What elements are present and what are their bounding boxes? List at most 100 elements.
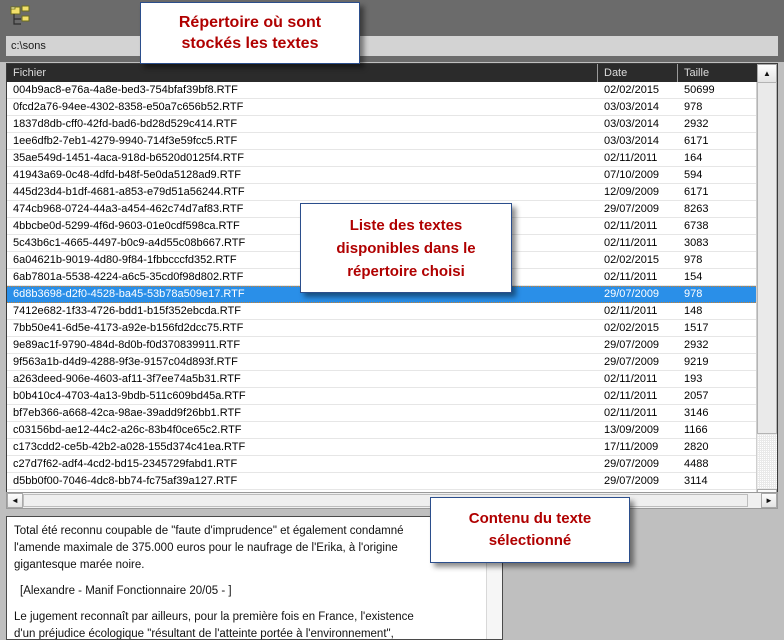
text-line-1: Total été reconnu coupable de "faute d'i… (14, 523, 481, 540)
list-header-row: Fichier Date Taille (7, 64, 778, 82)
text-content-body[interactable]: Total été reconnu coupable de "faute d'i… (7, 517, 487, 639)
cell-size: 6171 (684, 133, 756, 150)
cell-date: 02/11/2011 (604, 371, 680, 388)
cell-size: 2820 (684, 439, 756, 456)
text-content-panel[interactable]: Total été reconnu coupable de "faute d'i… (6, 516, 503, 640)
table-row[interactable]: bf7eb366-a668-42ca-98ae-39add9f26bb1.RTF… (7, 405, 758, 422)
cell-date: 12/09/2009 (604, 184, 680, 201)
cell-size: 594 (684, 167, 756, 184)
cell-size: 4488 (684, 456, 756, 473)
callout-text-content-text: Contenu du texte sélectionné (439, 508, 621, 552)
cell-size: 9219 (684, 354, 756, 371)
callout-directory-text: Répertoire où sont stockés les textes (149, 12, 351, 54)
table-row[interactable]: c173cdd2-ce5b-42b2-a028-155d374c41ea.RTF… (7, 439, 758, 456)
application-window: Fichier Date Taille 004b9ac8-e76a-4a8e-b… (0, 0, 784, 640)
table-row[interactable]: 445d23d4-b1df-4681-a853-e79d51a56244.RTF… (7, 184, 758, 201)
cell-date: 03/03/2014 (604, 99, 680, 116)
cell-size: 2932 (684, 116, 756, 133)
cell-file: bf7eb366-a668-42ca-98ae-39add9f26bb1.RTF (13, 405, 593, 422)
table-row[interactable]: b0b410c4-4703-4a13-9bdb-511c609bd45a.RTF… (7, 388, 758, 405)
table-row[interactable]: c03156bd-ae12-44c2-a26c-83b4f0ce65c2.RTF… (7, 422, 758, 439)
cell-file: 35ae549d-1451-4aca-918d-b6520d0125f4.RTF (13, 150, 593, 167)
cell-file: 9f563a1b-d4d9-4288-9f3e-9157c04d893f.RTF (13, 354, 593, 371)
cell-size: 1517 (684, 320, 756, 337)
cell-size: 3083 (684, 235, 756, 252)
cell-date: 13/09/2009 (604, 422, 680, 439)
list-horizontal-scrollbar[interactable]: ◄ ► (6, 492, 778, 509)
cell-size: 2932 (684, 337, 756, 354)
cell-file: 0fcd2a76-94ee-4302-8358-e50a7c656b52.RTF (13, 99, 593, 116)
cell-date: 17/11/2009 (604, 439, 680, 456)
cell-file: 9e89ac1f-9790-484d-8d0b-f0d370839911.RTF (13, 337, 593, 354)
text-line-6: d'un préjudice écologique "résultant de … (14, 626, 481, 639)
cell-file: b0b410c4-4703-4a13-9bdb-511c609bd45a.RTF (13, 388, 593, 405)
table-row[interactable]: 7bb50e41-6d5e-4173-a92e-b156fd2dcc75.RTF… (7, 320, 758, 337)
directory-path-input[interactable] (6, 36, 778, 56)
cell-file: 004b9ac8-e76a-4a8e-bed3-754bfaf39bf8.RTF (13, 82, 593, 99)
cell-file: c173cdd2-ce5b-42b2-a028-155d374c41ea.RTF (13, 439, 593, 456)
cell-file: 7412e682-1f33-4726-bdd1-b15f352ebcda.RTF (13, 303, 593, 320)
cell-size: 6738 (684, 218, 756, 235)
table-row[interactable]: 9f563a1b-d4d9-4288-9f3e-9157c04d893f.RTF… (7, 354, 758, 371)
column-header-date[interactable]: Date (598, 64, 678, 82)
list-hscroll-thumb[interactable] (23, 494, 748, 507)
cell-file: 7bb50e41-6d5e-4173-a92e-b156fd2dcc75.RTF (13, 320, 593, 337)
table-row[interactable]: 41943a69-0c48-4dfd-b48f-5e0da5128ad9.RTF… (7, 167, 758, 184)
cell-size: 2057 (684, 388, 756, 405)
cell-size: 6171 (684, 184, 756, 201)
callout-text-content: Contenu du texte sélectionné (430, 497, 630, 563)
cell-file: c03156bd-ae12-44c2-a26c-83b4f0ce65c2.RTF (13, 422, 593, 439)
table-row[interactable]: 9e89ac1f-9790-484d-8d0b-f0d370839911.RTF… (7, 337, 758, 354)
cell-file: c27d7f62-adf4-4cd2-bd15-2345729fabd1.RTF (13, 456, 593, 473)
table-row[interactable]: 0fcd2a76-94ee-4302-8358-e50a7c656b52.RTF… (7, 99, 758, 116)
table-row[interactable]: 1837d8db-cff0-42fd-bad6-bd28d529c414.RTF… (7, 116, 758, 133)
cell-date: 29/07/2009 (604, 337, 680, 354)
text-line-5: Le jugement reconnaît par ailleurs, pour… (14, 609, 481, 626)
text-line-3: gigantesque marée noire. (14, 557, 481, 574)
scroll-left-button[interactable]: ◄ (7, 493, 23, 508)
list-vscroll-track[interactable] (757, 434, 777, 489)
cell-date: 29/07/2009 (604, 287, 680, 304)
list-vscroll-thumb[interactable] (757, 82, 777, 434)
cell-size: 978 (684, 252, 756, 269)
cell-date: 02/11/2011 (604, 218, 680, 235)
cell-size: 3114 (684, 473, 756, 490)
cell-date: 02/02/2015 (604, 252, 680, 269)
cell-size: 3146 (684, 405, 756, 422)
table-row[interactable]: a263deed-906e-4603-af11-3f7ee74a5b31.RTF… (7, 371, 758, 388)
cell-date: 29/07/2009 (604, 473, 680, 490)
scroll-right-button[interactable]: ► (761, 493, 777, 508)
cell-date: 02/11/2011 (604, 235, 680, 252)
cell-size: 978 (684, 99, 756, 116)
table-row[interactable]: 35ae549d-1451-4aca-918d-b6520d0125f4.RTF… (7, 150, 758, 167)
cell-date: 29/07/2009 (604, 201, 680, 218)
cell-date: 02/02/2015 (604, 320, 680, 337)
cell-date: 29/07/2009 (604, 456, 680, 473)
cell-file: d5bb0f00-7046-4dc8-bb74-fc75af39a127.RTF (13, 473, 593, 490)
cell-date: 02/02/2015 (604, 82, 680, 99)
table-row[interactable]: 1ee6dfb2-7eb1-4279-9940-714f3e59fcc5.RTF… (7, 133, 758, 150)
table-row[interactable]: c27d7f62-adf4-4cd2-bd15-2345729fabd1.RTF… (7, 456, 758, 473)
cell-date: 07/10/2009 (604, 167, 680, 184)
cell-size: 8263 (684, 201, 756, 218)
folder-tree-icon[interactable] (8, 5, 32, 27)
column-header-size[interactable]: Taille (678, 64, 758, 82)
cell-file: a263deed-906e-4603-af11-3f7ee74a5b31.RTF (13, 371, 593, 388)
table-row[interactable]: 004b9ac8-e76a-4a8e-bed3-754bfaf39bf8.RTF… (7, 82, 758, 99)
toolbar-band (0, 0, 784, 62)
cell-size: 978 (684, 287, 756, 304)
scroll-up-button[interactable]: ▲ (757, 64, 777, 83)
table-row[interactable]: 7412e682-1f33-4726-bdd1-b15f352ebcda.RTF… (7, 303, 758, 320)
cell-file: 1ee6dfb2-7eb1-4279-9940-714f3e59fcc5.RTF (13, 133, 593, 150)
callout-file-list-text: Liste des textes disponibles dans le rép… (309, 214, 503, 283)
cell-file: 1837d8db-cff0-42fd-bad6-bd28d529c414.RTF (13, 116, 593, 133)
cell-size: 164 (684, 150, 756, 167)
cell-date: 02/11/2011 (604, 150, 680, 167)
list-vertical-scrollbar[interactable]: ▲ ▼ (756, 82, 777, 508)
callout-file-list: Liste des textes disponibles dans le rép… (300, 203, 512, 293)
cell-size: 193 (684, 371, 756, 388)
file-list-body[interactable]: 004b9ac8-e76a-4a8e-bed3-754bfaf39bf8.RTF… (7, 82, 758, 508)
callout-directory: Répertoire où sont stockés les textes (140, 2, 360, 64)
column-header-file[interactable]: Fichier (7, 64, 598, 82)
table-row[interactable]: d5bb0f00-7046-4dc8-bb74-fc75af39a127.RTF… (7, 473, 758, 490)
